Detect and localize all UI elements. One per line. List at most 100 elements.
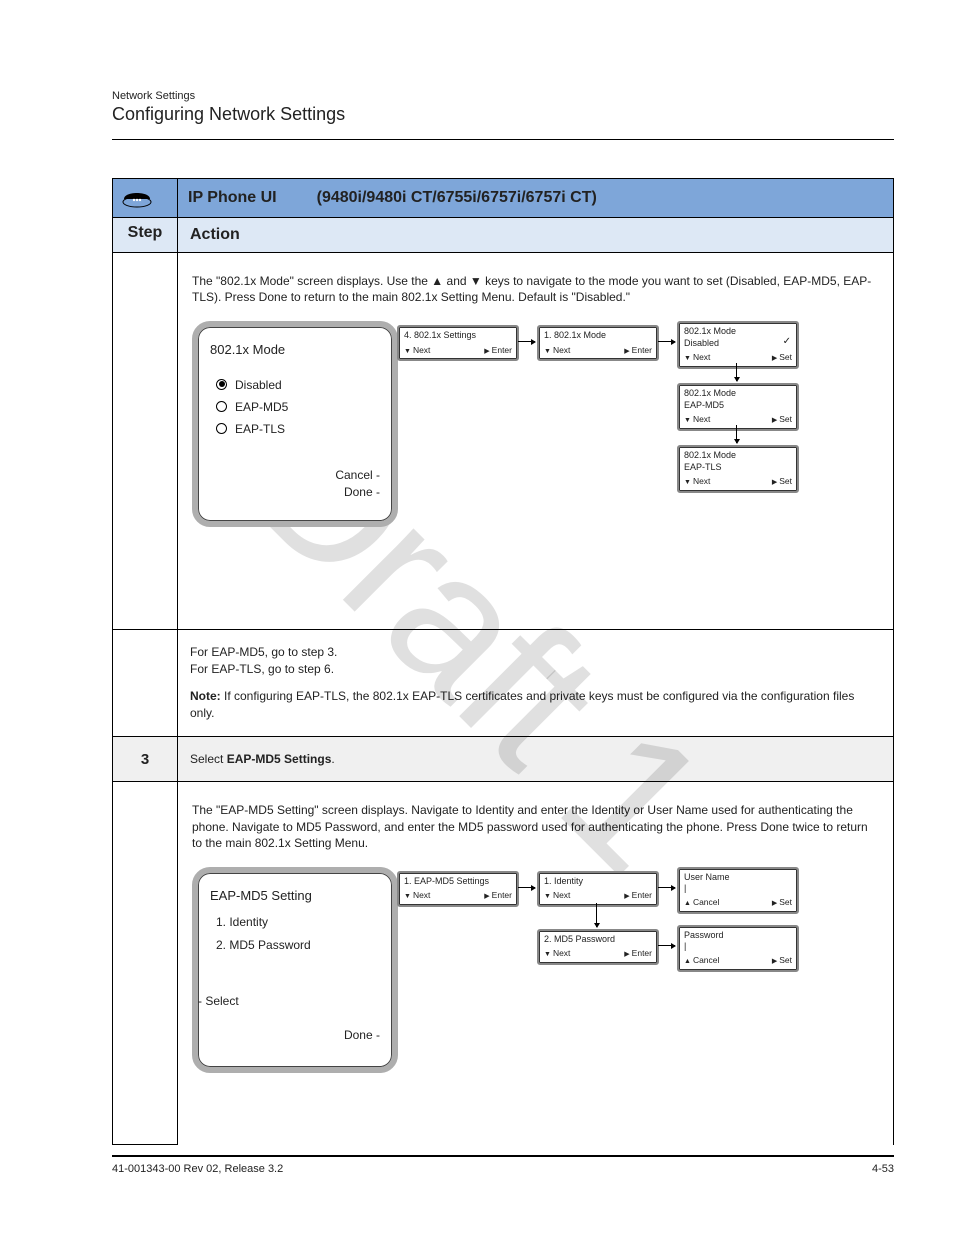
done-label: Done - [210, 1027, 380, 1043]
softkey-enter: Enter [484, 890, 512, 902]
softkey-cancel: Cancel [684, 897, 719, 909]
softkey-next: Next [404, 345, 430, 357]
table-row: The "802.1x Mode" screen displays. Use t… [113, 253, 894, 630]
softkey-next: Next [544, 890, 570, 902]
softkey-next: Next [684, 476, 710, 488]
radio-disabled: Disabled [210, 377, 380, 393]
softkey-set: Set [772, 414, 792, 426]
cursor-icon: | [684, 941, 792, 952]
arrow-icon [736, 425, 737, 443]
note-line: Note: If configuring EAP-TLS, the 802.1x… [190, 688, 881, 722]
menu-item-md5-password: 2. MD5 Password [210, 937, 380, 953]
softkey-set: Set [772, 897, 792, 909]
page: Draft 1 Network Settings Configuring Net… [0, 0, 954, 1235]
check-icon: ✓ [783, 336, 791, 349]
softkey-enter: Enter [484, 345, 512, 357]
col-action: Action [178, 218, 894, 253]
note-label: Note: [190, 689, 224, 703]
branch-text: For EAP-MD5, go to step 3. For EAP-TLS, … [190, 644, 881, 678]
flow-mode-tls: 802.1x Mode EAP-TLS Next Set [677, 445, 799, 492]
footer-rule [112, 1155, 894, 1157]
breadcrumb: Network Settings [112, 90, 894, 102]
flow-password: Password | Cancel Set [677, 925, 799, 972]
flow-eap-md5-settings: 1. EAP-MD5 Settings Next Enter [397, 871, 519, 907]
radio-eap-tls: EAP-TLS [210, 421, 380, 437]
note-body: If configuring EAP-TLS, the 802.1x EAP-T… [190, 689, 854, 720]
softkey-enter: Enter [624, 890, 652, 902]
page-footer: 41-001343-00 Rev 02, Release 3.2 4-53 [112, 1155, 894, 1175]
flow-802-settings: 4. 802.1x Settings Next Enter [397, 325, 519, 361]
table-title-row: IP Phone UI (9480i/9480i CT/6755i/6757i/… [113, 179, 894, 218]
page-header: Network Settings Configuring Network Set… [112, 90, 894, 140]
arrow-icon [518, 341, 535, 342]
screen-footer: Cancel - Done - [210, 467, 380, 499]
flow-username: User Name | CancelSet [677, 867, 799, 914]
phone-icon-cell [113, 179, 178, 218]
softkey-next: Next [684, 414, 710, 426]
softkey-next: Next [404, 890, 430, 902]
flow-title: 4. 802.1x Settings [404, 330, 512, 341]
step-cell [113, 253, 178, 630]
table-columns-row: Step Action [113, 218, 894, 253]
softkey-next: Next [544, 345, 570, 357]
page-title: Configuring Network Settings [112, 104, 894, 125]
step-cell [113, 630, 178, 736]
footer-right: 4-53 [872, 1163, 894, 1175]
flow-subtitle: EAP-MD5 [684, 400, 792, 411]
diagram-eap-md5: EAP-MD5 Setting 1. Identity 2. MD5 Passw… [192, 867, 879, 1127]
softkey-enter: Enter [624, 948, 652, 960]
flow-title: 802.1x Mode [684, 388, 792, 399]
arrow-icon [658, 887, 675, 888]
instruction-text: The "802.1x Mode" screen displays. Use t… [192, 273, 879, 305]
screen-title: EAP-MD5 Setting [210, 887, 380, 905]
flow-title: 1. Identity [544, 876, 652, 887]
softkey-set: Set [772, 352, 792, 364]
footer-left: 41-001343-00 Rev 02, Release 3.2 [112, 1163, 283, 1175]
action-cell: The "EAP-MD5 Setting" screen displays. N… [178, 782, 894, 1145]
action-cell: Select EAP-MD5 Settings. [178, 736, 894, 782]
radio-label: EAP-MD5 [235, 400, 288, 414]
phone-icon [120, 185, 170, 209]
table-row: The "EAP-MD5 Setting" screen displays. N… [113, 782, 894, 1145]
phone-screen-802-mode: 802.1x Mode Disabled EAP-MD5 EAP-TLS Can… [192, 321, 398, 527]
radio-label: Disabled [235, 378, 282, 392]
procedure-table: IP Phone UI (9480i/9480i CT/6755i/6757i/… [112, 178, 894, 1145]
flow-title: User Name [684, 872, 792, 883]
flow-title: Password [684, 930, 792, 941]
diagram-802-mode: 802.1x Mode Disabled EAP-MD5 EAP-TLS Can… [192, 321, 879, 611]
flow-title: 802.1x Mode [684, 450, 792, 461]
done-label: Done - [210, 484, 380, 500]
radio-eap-md5: EAP-MD5 [210, 399, 380, 415]
arrow-icon [736, 363, 737, 381]
action-cell: The "802.1x Mode" screen displays. Use t… [178, 253, 894, 630]
softkey-cancel: Cancel [684, 955, 719, 967]
flow-title: 2. MD5 Password [544, 934, 652, 945]
select-label: - Select [198, 993, 380, 1009]
flow-title: 1. EAP-MD5 Settings [404, 876, 512, 887]
softkey-set: Set [772, 955, 792, 967]
col-step: Step [113, 218, 178, 253]
radio-label: EAP-TLS [235, 422, 285, 436]
flow-subtitle: Disabled [684, 338, 792, 349]
phone-screen-eap-md5: EAP-MD5 Setting 1. Identity 2. MD5 Passw… [192, 867, 398, 1073]
flow-title: 802.1x Mode [684, 326, 792, 337]
cancel-label: Cancel - [210, 467, 380, 483]
flow-mode-md5: 802.1x Mode EAP-MD5 Next Set [677, 383, 799, 430]
header-rule [112, 139, 894, 140]
step-number: 3 [113, 736, 178, 782]
softkey-set: Set [772, 476, 792, 488]
flow-identity: 1. Identity Next Enter [537, 871, 659, 907]
instruction-text: The "EAP-MD5 Setting" screen displays. N… [192, 802, 879, 851]
flow-md5-password: 2. MD5 Password Next Enter [537, 929, 659, 965]
flow-subtitle: EAP-TLS [684, 462, 792, 473]
table-title: IP Phone UI (9480i/9480i CT/6755i/6757i/… [178, 179, 894, 218]
flow-mode-disabled: 802.1x Mode Disabled ✓ Next Set [677, 321, 799, 368]
softkey-next: Next [544, 948, 570, 960]
arrow-icon [596, 903, 597, 927]
table-row: For EAP-MD5, go to step 3. For EAP-TLS, … [113, 630, 894, 736]
screen-title: 802.1x Mode [210, 341, 380, 359]
menu-item-identity: 1. Identity [210, 914, 380, 930]
softkey-next: Next [684, 352, 710, 364]
arrow-icon [658, 341, 675, 342]
action-cell: For EAP-MD5, go to step 3. For EAP-TLS, … [178, 630, 894, 736]
